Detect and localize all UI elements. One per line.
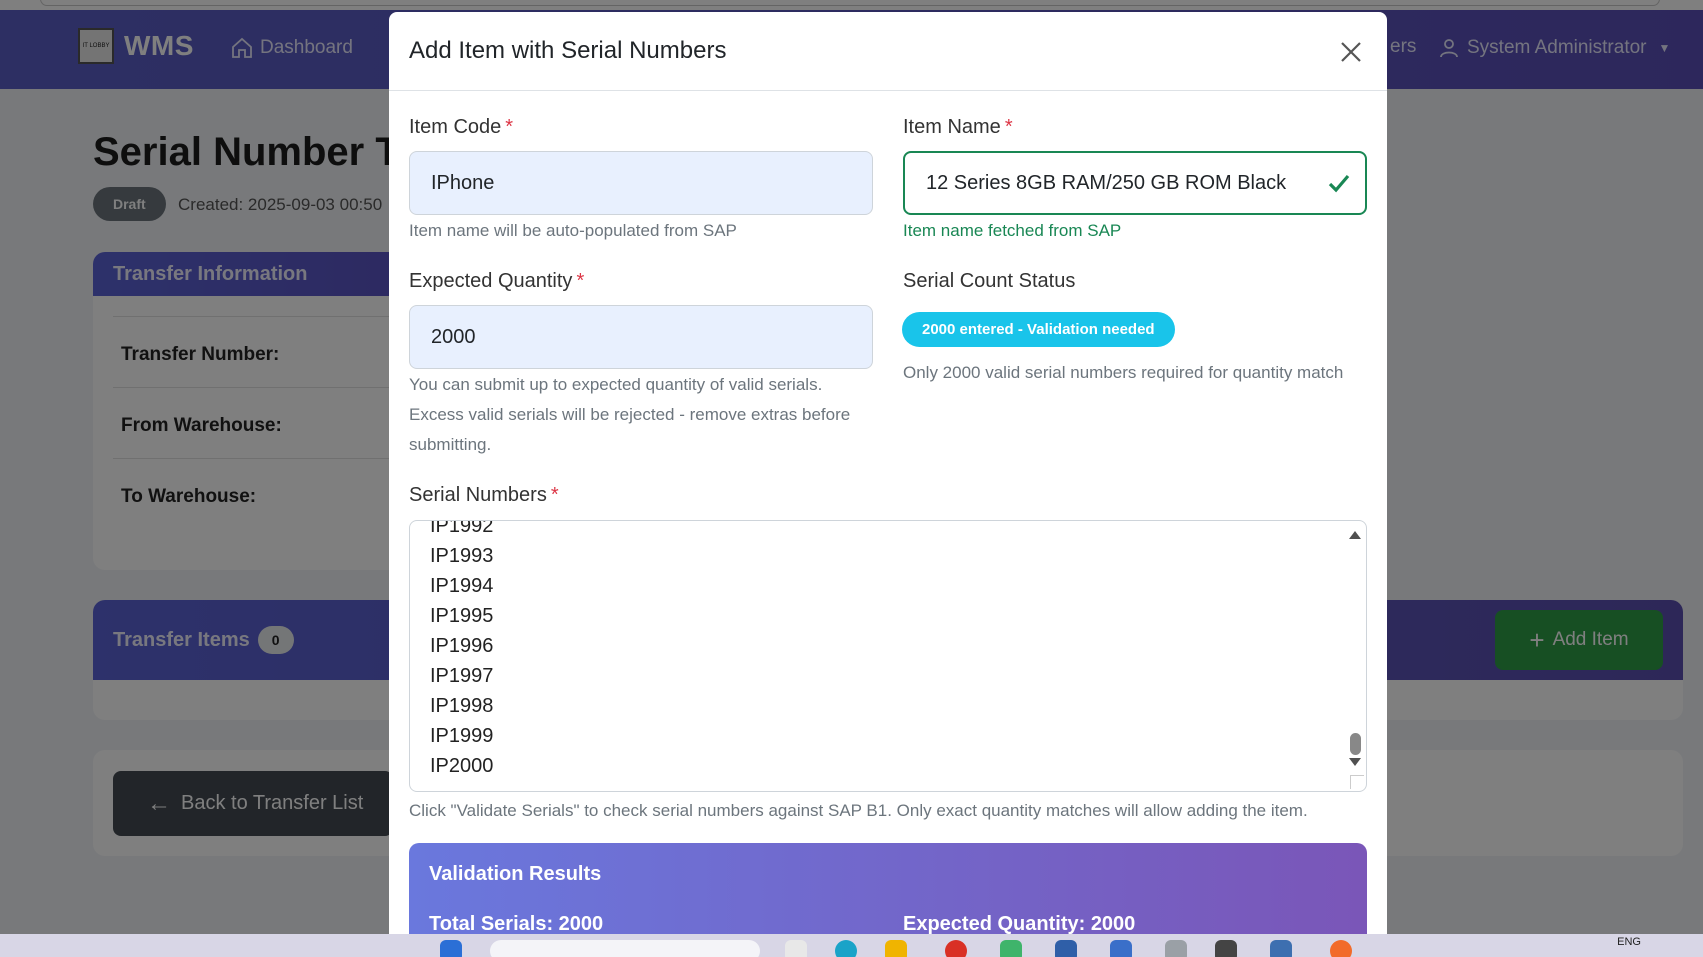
language-indicator[interactable]: ENG bbox=[1617, 936, 1641, 948]
serial-line: IP1995 bbox=[430, 605, 494, 627]
serial-numbers-label: Serial Numbers * bbox=[409, 484, 559, 507]
total-serials: Total Serials: 2000 bbox=[429, 913, 604, 934]
serial-count-status-label: Serial Count Status bbox=[903, 270, 1076, 292]
expected-quantity-help: You can submit up to expected quantity o… bbox=[409, 370, 850, 460]
serial-numbers-textarea[interactable]: IP1992 IP1993 IP1994 IP1995 IP1996 IP199… bbox=[409, 520, 1367, 792]
edge-browser-icon[interactable] bbox=[835, 940, 857, 957]
resize-handle-icon[interactable] bbox=[1350, 775, 1364, 789]
required-marker: * bbox=[550, 484, 559, 506]
modal-header: Add Item with Serial Numbers bbox=[389, 12, 1387, 91]
serial-line: IP1999 bbox=[430, 725, 494, 747]
expected-quantity-value: 2000 bbox=[431, 325, 476, 348]
task-view-icon[interactable] bbox=[785, 940, 807, 957]
required-marker: * bbox=[1004, 116, 1013, 138]
serial-count-badge: 2000 entered - Validation needed bbox=[902, 312, 1175, 347]
required-marker: * bbox=[505, 116, 514, 138]
scroll-up-arrow-icon[interactable] bbox=[1349, 531, 1361, 539]
close-button[interactable] bbox=[1335, 36, 1367, 68]
expected-quantity-input[interactable]: 2000 bbox=[409, 305, 873, 369]
serial-line: IP1998 bbox=[430, 695, 494, 717]
expected-quantity-label: Expected Quantity * bbox=[409, 270, 584, 293]
validation-expected-quantity: Expected Quantity: 2000 bbox=[903, 913, 1136, 934]
serial-line: IP1994 bbox=[430, 575, 494, 597]
serial-line: IP1997 bbox=[430, 665, 494, 687]
item-code-help: Item name will be auto-populated from SA… bbox=[409, 221, 737, 240]
close-icon bbox=[1341, 42, 1361, 62]
modal-title: Add Item with Serial Numbers bbox=[409, 37, 727, 64]
item-name-input[interactable]: 12 Series 8GB RAM/250 GB ROM Black bbox=[903, 151, 1367, 215]
file-explorer-icon[interactable] bbox=[885, 940, 907, 957]
expected-quantity-help-line: Excess valid serials will be rejected - … bbox=[409, 405, 851, 424]
app-icon[interactable] bbox=[1055, 940, 1077, 957]
os-taskbar: ENG bbox=[0, 934, 1703, 957]
item-name-value: 12 Series 8GB RAM/250 GB ROM Black bbox=[926, 171, 1287, 194]
serial-line: IP2000 bbox=[430, 755, 494, 777]
item-name-help: Item name fetched from SAP bbox=[903, 221, 1122, 240]
validation-title: Validation Results bbox=[429, 863, 602, 885]
app-icon[interactable] bbox=[1215, 940, 1237, 957]
item-code-label-text: Item Code bbox=[409, 116, 502, 138]
scroll-down-arrow-icon[interactable] bbox=[1349, 758, 1361, 766]
validation-results-panel: Validation Results Total Serials: 2000 E… bbox=[409, 843, 1367, 934]
serial-numbers-label-text: Serial Numbers bbox=[409, 484, 547, 506]
item-name-label: Item Name * bbox=[903, 116, 1013, 139]
serial-count-help: Only 2000 valid serial numbers required … bbox=[903, 363, 1344, 382]
item-name-label-text: Item Name bbox=[903, 116, 1001, 138]
app-icon[interactable] bbox=[1110, 940, 1132, 957]
chrome-icon[interactable] bbox=[945, 940, 967, 957]
expected-quantity-help-line: You can submit up to expected quantity o… bbox=[409, 375, 823, 394]
item-code-value: IPhone bbox=[431, 171, 495, 194]
app-icon[interactable] bbox=[1330, 940, 1352, 957]
expected-quantity-label-text: Expected Quantity bbox=[409, 270, 573, 292]
expected-quantity-help-line: submitting. bbox=[409, 435, 492, 454]
serial-list: IP1992 IP1993 IP1994 IP1995 IP1996 IP199… bbox=[430, 520, 494, 781]
required-marker: * bbox=[576, 270, 585, 292]
item-code-input[interactable]: IPhone bbox=[409, 151, 873, 215]
add-item-modal: Add Item with Serial Numbers Item Code * … bbox=[389, 12, 1387, 934]
check-icon bbox=[1328, 174, 1350, 193]
scrollbar-thumb[interactable] bbox=[1350, 733, 1361, 755]
serial-line: IP1992 bbox=[430, 520, 494, 537]
taskbar-search-icon[interactable] bbox=[490, 940, 760, 957]
serial-line: IP1993 bbox=[430, 545, 494, 567]
app-icon[interactable] bbox=[1270, 940, 1292, 957]
serial-line: IP1996 bbox=[430, 635, 494, 657]
windows-start-icon[interactable] bbox=[440, 940, 462, 957]
app-icon[interactable] bbox=[1000, 940, 1022, 957]
serial-numbers-help: Click "Validate Serials" to check serial… bbox=[409, 801, 1308, 820]
app-icon[interactable] bbox=[1165, 940, 1187, 957]
item-code-label: Item Code * bbox=[409, 116, 513, 139]
